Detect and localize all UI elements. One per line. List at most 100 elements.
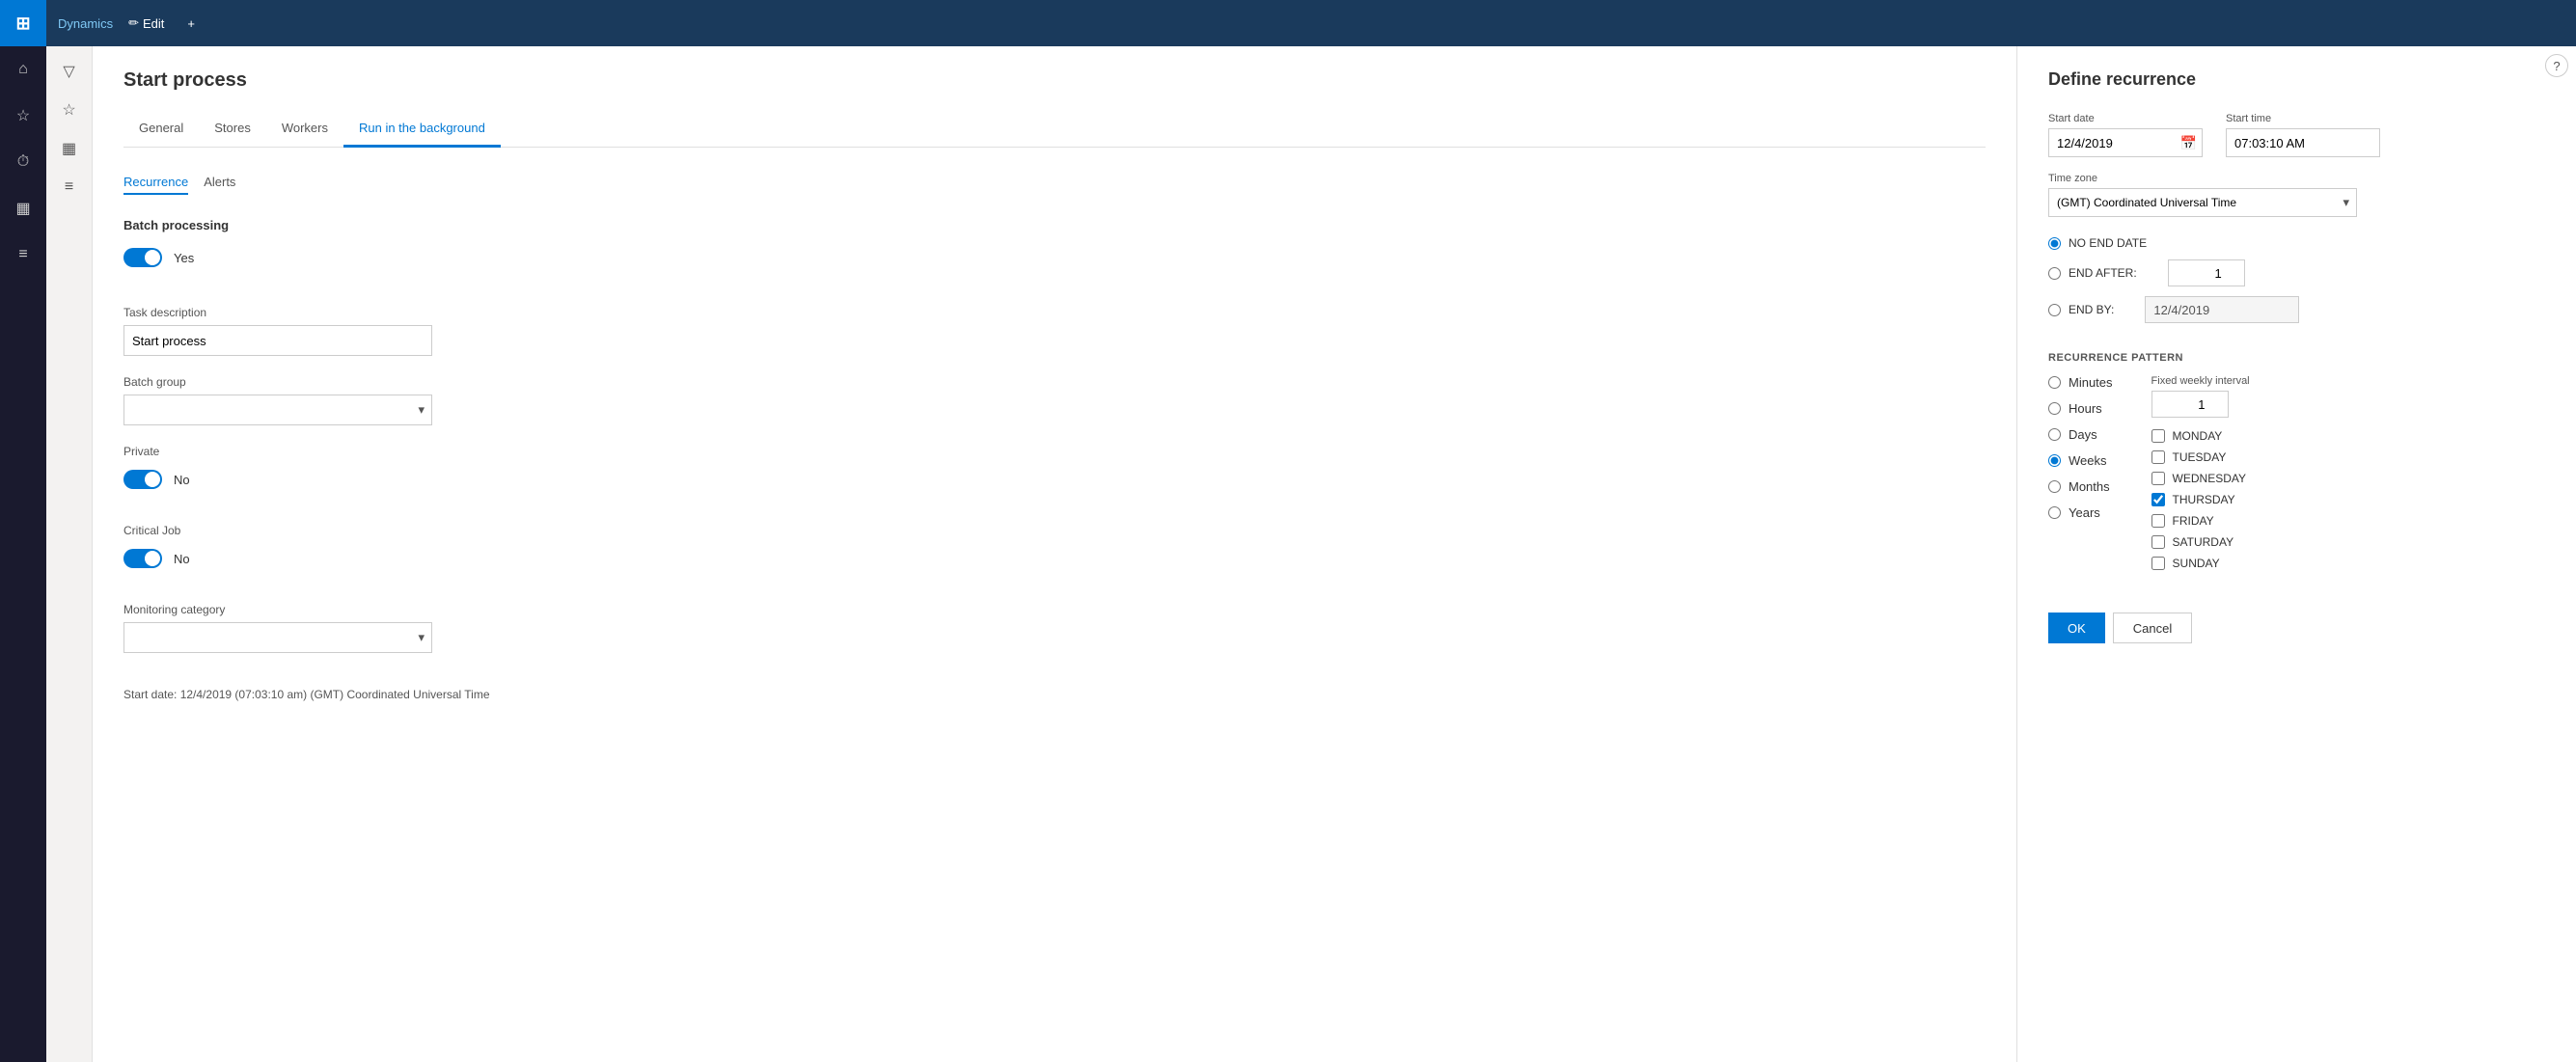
months-radio[interactable] xyxy=(2048,480,2061,493)
pattern-layout: Minutes Hours Days xyxy=(2048,375,2545,570)
no-end-date-label: NO END DATE xyxy=(2069,236,2147,250)
nav-icon-home[interactable]: ⌂ xyxy=(0,46,46,93)
end-by-label: END BY: xyxy=(2069,303,2114,316)
tab-general[interactable]: General xyxy=(123,111,199,148)
critical-job-toggle[interactable] xyxy=(123,549,162,568)
sub-tab-recurrence[interactable]: Recurrence xyxy=(123,171,188,195)
saturday-label: SATURDAY xyxy=(2173,535,2234,549)
task-description-section: Task description xyxy=(123,306,1986,356)
weeks-label: Weeks xyxy=(2069,453,2107,468)
end-after-radio[interactable] xyxy=(2048,267,2061,280)
monday-checkbox[interactable] xyxy=(2151,429,2165,443)
action-buttons: OK Cancel xyxy=(2048,613,2545,643)
days-row: Days xyxy=(2048,427,2113,442)
recurrence-pattern-title: RECURRENCE PATTERN xyxy=(2048,352,2545,364)
edit-button[interactable]: ✏ Edit xyxy=(121,12,172,35)
minutes-radio[interactable] xyxy=(2048,376,2061,389)
no-end-date-radio[interactable] xyxy=(2048,237,2061,250)
private-label: Private xyxy=(123,445,1986,458)
saturday-row: SATURDAY xyxy=(2151,535,2250,549)
app-icon[interactable]: ⊞ xyxy=(0,0,46,46)
wednesday-checkbox[interactable] xyxy=(2151,472,2165,485)
fixed-weekly-input[interactable] xyxy=(2151,391,2229,418)
weeks-row: Weeks xyxy=(2048,453,2113,468)
content-with-overlay: 🔍 Ho Prep Mo Gene Up xyxy=(93,46,2576,1062)
private-toggle[interactable] xyxy=(123,470,162,489)
hours-radio[interactable] xyxy=(2048,402,2061,415)
end-by-input[interactable] xyxy=(2145,296,2299,323)
years-radio[interactable] xyxy=(2048,506,2061,519)
batch-section: Batch processing Yes xyxy=(123,218,1986,283)
start-time-input[interactable] xyxy=(2226,128,2380,157)
sunday-row: SUNDAY xyxy=(2151,557,2250,570)
nav-icon-star[interactable]: ☆ xyxy=(0,93,46,139)
batch-section-title: Batch processing xyxy=(123,218,1986,232)
hours-label: Hours xyxy=(2069,401,2102,416)
wednesday-label: WEDNESDAY xyxy=(2173,472,2246,485)
start-date-input[interactable] xyxy=(2048,128,2203,157)
help-icon[interactable]: ? xyxy=(2545,54,2568,77)
task-description-input[interactable] xyxy=(123,325,432,356)
end-after-input[interactable] xyxy=(2168,259,2245,286)
top-bar: Dynamics ✏ Edit + xyxy=(46,0,2576,46)
batch-toggle[interactable] xyxy=(123,248,162,267)
panel-list-icon[interactable]: ≡ xyxy=(52,170,87,204)
critical-job-toggle-label: No xyxy=(174,552,190,566)
panel-grid-icon[interactable]: ▦ xyxy=(52,131,87,166)
define-recurrence-panel: ? Define recurrence Start date 📅 Sta xyxy=(2016,46,2576,1062)
end-by-row: END BY: xyxy=(2048,296,2545,323)
tuesday-label: TUESDAY xyxy=(2173,450,2227,464)
timezone-row: Time zone (GMT) Coordinated Universal Ti… xyxy=(2048,173,2545,217)
monitoring-category-select[interactable] xyxy=(123,622,432,653)
start-date-label: Start date xyxy=(2048,113,2203,124)
thursday-row: THURSDAY xyxy=(2151,493,2250,506)
critical-job-toggle-row: No xyxy=(123,549,1986,568)
months-row: Months xyxy=(2048,479,2113,494)
end-after-row: END AFTER: xyxy=(2048,259,2545,286)
modal-title: Start process xyxy=(123,69,1986,92)
edit-label: Edit xyxy=(143,16,164,31)
days-radio[interactable] xyxy=(2048,428,2061,441)
private-toggle-label: No xyxy=(174,473,190,487)
pattern-options: Minutes Hours Days xyxy=(2048,375,2113,570)
ok-button[interactable]: OK xyxy=(2048,613,2105,643)
tab-run-background[interactable]: Run in the background xyxy=(343,111,501,148)
monitoring-category-section: Monitoring category ▾ xyxy=(123,603,1986,653)
years-row: Years xyxy=(2048,505,2113,520)
saturday-checkbox[interactable] xyxy=(2151,535,2165,549)
monday-row: MONDAY xyxy=(2151,429,2250,443)
tab-workers[interactable]: Workers xyxy=(266,111,343,148)
nav-icon-grid[interactable]: ▦ xyxy=(0,185,46,231)
private-toggle-row: No xyxy=(123,470,1986,489)
recurrence-title: Define recurrence xyxy=(2048,69,2545,90)
sub-tab-alerts[interactable]: Alerts xyxy=(204,171,235,195)
modal-overlay: Start process General Stores Workers Run… xyxy=(93,46,2576,1062)
tuesday-checkbox[interactable] xyxy=(2151,450,2165,464)
date-time-row: Start date 📅 Start time xyxy=(2048,113,2545,157)
weeks-radio[interactable] xyxy=(2048,454,2061,467)
nav-icon-menu[interactable]: ≡ xyxy=(0,231,46,278)
add-button[interactable]: + xyxy=(179,13,203,35)
tab-stores[interactable]: Stores xyxy=(199,111,266,148)
batch-group-select[interactable] xyxy=(123,395,432,425)
task-description-label: Task description xyxy=(123,306,1986,319)
panel-filter-icon[interactable]: ▽ xyxy=(52,54,87,89)
friday-label: FRIDAY xyxy=(2173,514,2214,528)
start-date-info: Start date: 12/4/2019 (07:03:10 am) (GMT… xyxy=(123,688,1986,701)
timezone-select[interactable]: (GMT) Coordinated Universal Time (GMT-05… xyxy=(2048,188,2357,217)
app-name: Dynamics xyxy=(58,16,113,31)
start-time-field: Start time xyxy=(2226,113,2380,157)
friday-checkbox[interactable] xyxy=(2151,514,2165,528)
start-date-field: Start date 📅 xyxy=(2048,113,2203,157)
months-label: Months xyxy=(2069,479,2110,494)
end-by-radio[interactable] xyxy=(2048,304,2061,316)
no-end-date-row: NO END DATE xyxy=(2048,236,2545,250)
nav-icon-clock[interactable]: ⏱ xyxy=(0,139,46,185)
panel-star-icon[interactable]: ☆ xyxy=(52,93,87,127)
thursday-checkbox[interactable] xyxy=(2151,493,2165,506)
pattern-right: Fixed weekly interval MONDAY xyxy=(2151,375,2250,570)
cancel-button[interactable]: Cancel xyxy=(2113,613,2192,643)
sunday-checkbox[interactable] xyxy=(2151,557,2165,570)
left-panel: ▽ ☆ ▦ ≡ xyxy=(46,46,93,1062)
batch-group-label: Batch group xyxy=(123,375,1986,389)
